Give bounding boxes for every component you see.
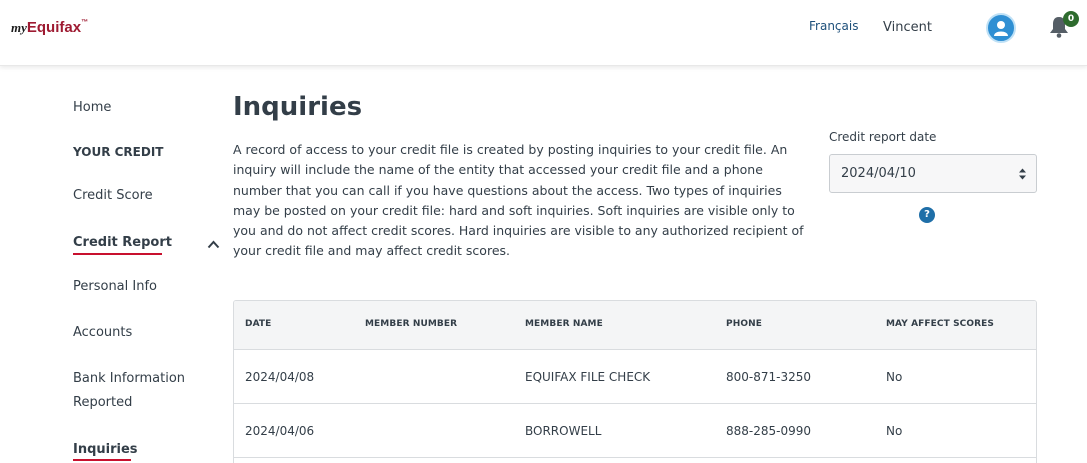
language-toggle-link[interactable]: Français [809, 19, 858, 33]
cell-phone: 800-871-3250 [726, 370, 812, 384]
cell-date: 2024/04/06 [245, 424, 315, 438]
sidebar-section-your-credit: YOUR CREDIT [73, 145, 164, 159]
sidebar-item-bank-information[interactable]: Bank Information [73, 371, 185, 386]
logo-trademark: ™ [81, 19, 89, 26]
credit-report-date-select[interactable]: 2024/04/10 [829, 154, 1037, 193]
sidebar-item-home[interactable]: Home [73, 100, 111, 115]
sidebar-item-personal-info[interactable]: Personal Info [73, 279, 157, 294]
column-header-member-name: MEMBER NAME [525, 319, 603, 329]
cell-phone: 888-285-0990 [726, 424, 812, 438]
help-icon[interactable]: ? [919, 207, 935, 223]
user-icon [994, 21, 1008, 36]
selected-date: 2024/04/10 [841, 166, 916, 181]
cell-may-affect-scores: No [886, 370, 903, 384]
avatar[interactable] [986, 13, 1016, 43]
column-header-phone: PHONE [726, 319, 762, 329]
page-title: Inquiries [233, 92, 363, 122]
column-header-may-affect-scores: MAY AFFECT SCORES [886, 319, 994, 329]
credit-report-date-label: Credit report date [829, 130, 937, 144]
cell-member-name: BORROWELL [525, 424, 602, 438]
sidebar-item-bank-information-line2[interactable]: Reported [73, 395, 132, 410]
inquiries-table: DATE MEMBER NUMBER MEMBER NAME PHONE MAY… [233, 300, 1037, 463]
cell-may-affect-scores: No [886, 424, 903, 438]
column-header-member-number: MEMBER NUMBER [365, 319, 458, 329]
column-header-date: DATE [245, 319, 272, 329]
table-row: 2024/04/06 BORROWELL 888-285-0990 No [234, 404, 1036, 458]
cell-member-name: EQUIFAX FILE CHECK [525, 370, 651, 384]
table-row: 2024/04/08 EQUIFAX FILE CHECK 800-871-32… [234, 350, 1036, 404]
inquiries-description: A record of access to your credit file i… [233, 142, 804, 259]
sidebar-item-inquiries[interactable]: Inquiries [73, 442, 138, 457]
sidebar-item-accounts[interactable]: Accounts [73, 325, 132, 340]
table-header: DATE MEMBER NUMBER MEMBER NAME PHONE MAY… [234, 301, 1036, 350]
notification-count-badge: 0 [1063, 11, 1079, 27]
logo-brand: Equifax [26, 19, 82, 36]
inquiries-underline [73, 459, 131, 461]
myequifax-logo[interactable]: myEquifax™ [11, 19, 88, 37]
top-header: myEquifax™ Français Vincent 0 [0, 0, 1087, 66]
logo-my: my [11, 20, 27, 35]
cell-date: 2024/04/08 [245, 370, 315, 384]
chevron-up-icon[interactable] [207, 234, 220, 253]
select-arrows-icon [1019, 168, 1026, 180]
user-name[interactable]: Vincent [883, 20, 932, 35]
credit-report-underline [73, 253, 162, 255]
sidebar-item-credit-report[interactable]: Credit Report [73, 235, 172, 250]
sidebar-item-credit-score[interactable]: Credit Score [73, 188, 153, 203]
